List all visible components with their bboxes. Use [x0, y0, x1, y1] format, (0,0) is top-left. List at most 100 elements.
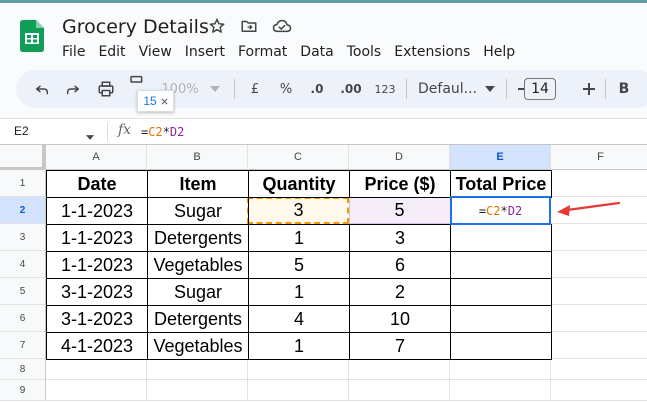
cell-d9[interactable] [349, 380, 450, 401]
document-title[interactable]: Grocery Details [62, 16, 209, 38]
formula-input[interactable]: =C2*D2 [141, 125, 184, 139]
column-header-f[interactable]: F [551, 145, 647, 170]
currency-format-button[interactable]: £ [247, 79, 263, 99]
increase-font-size-icon[interactable] [582, 79, 596, 99]
font-size-input[interactable]: 14 [524, 78, 556, 100]
cell-e8[interactable] [450, 359, 551, 380]
undo-icon[interactable] [33, 79, 51, 99]
cell-e9[interactable] [450, 380, 551, 401]
header-cell-price[interactable]: Price ($) [349, 170, 451, 198]
cell-c3[interactable]: 1 [248, 224, 350, 252]
cell-f4[interactable] [551, 251, 647, 278]
paint-format-icon[interactable] [128, 75, 146, 85]
cell-d4[interactable]: 6 [349, 251, 451, 279]
cell-e4[interactable] [450, 251, 552, 279]
move-to-folder-icon[interactable] [240, 17, 260, 37]
cell-a4[interactable]: 1-1-2023 [46, 251, 148, 279]
cell-c2[interactable]: 3 [248, 197, 349, 224]
cell-c9[interactable] [248, 380, 349, 401]
cell-c7[interactable]: 1 [248, 332, 350, 360]
column-header-b[interactable]: B [147, 145, 248, 170]
name-box[interactable]: E2 [14, 124, 29, 138]
cell-a8[interactable] [46, 359, 147, 380]
column-header-e[interactable]: E [450, 145, 551, 170]
cell-e7[interactable] [450, 332, 552, 360]
cell-a6[interactable]: 3-1-2023 [46, 305, 148, 333]
increase-decimal-button[interactable]: .00 [338, 79, 364, 99]
bold-button[interactable]: B [617, 79, 631, 99]
cell-b7[interactable]: Vegetables [147, 332, 249, 360]
cell-f3[interactable] [551, 224, 647, 251]
column-header-d[interactable]: D [349, 145, 450, 170]
cell-f8[interactable] [551, 359, 647, 380]
cell-a2[interactable]: 1-1-2023 [46, 197, 148, 225]
row-header-9[interactable]: 9 [0, 380, 46, 401]
row-header-5[interactable]: 5 [0, 278, 46, 305]
cell-c5[interactable]: 1 [248, 278, 350, 306]
cell-b4[interactable]: Vegetables [147, 251, 249, 279]
redo-icon[interactable] [64, 79, 82, 99]
percent-format-button[interactable]: % [277, 79, 295, 99]
menu-help[interactable]: Help [483, 44, 515, 64]
cell-c4[interactable]: 5 [248, 251, 350, 279]
number-format-button[interactable]: 123 [373, 79, 397, 99]
row-header-1[interactable]: 1 [0, 170, 46, 197]
menu-data[interactable]: Data [300, 44, 333, 64]
cell-d5[interactable]: 2 [349, 278, 451, 306]
cell-a7[interactable]: 4-1-2023 [46, 332, 148, 360]
menu-tools[interactable]: Tools [347, 44, 382, 64]
row-header-4[interactable]: 4 [0, 251, 46, 278]
cell-d7[interactable]: 7 [349, 332, 451, 360]
print-icon[interactable] [96, 79, 116, 99]
cell-a9[interactable] [46, 380, 147, 401]
cell-b3[interactable]: Detergents [147, 224, 249, 252]
menu-file[interactable]: File [62, 44, 85, 64]
cell-f7[interactable] [551, 332, 647, 359]
cell-b5[interactable]: Sugar [147, 278, 249, 306]
row-header-6[interactable]: 6 [0, 305, 46, 332]
row-header-3[interactable]: 3 [0, 224, 46, 251]
sheets-logo-icon[interactable] [20, 20, 44, 52]
cell-d3[interactable]: 3 [349, 224, 451, 252]
cell-e6[interactable] [450, 305, 552, 333]
cell-c8[interactable] [248, 359, 349, 380]
menu-view[interactable]: View [139, 44, 172, 64]
menu-format[interactable]: Format [238, 44, 287, 64]
name-box-dropdown-icon[interactable] [86, 127, 94, 145]
cell-d8[interactable] [349, 359, 450, 380]
star-icon[interactable] [208, 17, 228, 37]
header-cell-item[interactable]: Item [147, 170, 249, 198]
cell-b6[interactable]: Detergents [147, 305, 249, 333]
cell-d2[interactable]: 5 [349, 197, 450, 224]
cell-b8[interactable] [147, 359, 248, 380]
active-cell-e2[interactable]: = C2 * D2 [450, 196, 551, 225]
font-family-select[interactable]: Defaul... [418, 79, 477, 99]
decrease-decimal-button[interactable]: .0 [306, 79, 328, 99]
cell-e5[interactable] [450, 278, 552, 306]
column-header-a[interactable]: A [46, 145, 147, 170]
row-header-7[interactable]: 7 [0, 332, 46, 359]
cell-f6[interactable] [551, 305, 647, 332]
menu-insert[interactable]: Insert [185, 44, 225, 64]
header-cell-quantity[interactable]: Quantity [248, 170, 350, 198]
menu-edit[interactable]: Edit [98, 44, 125, 64]
zoom-dropdown-icon[interactable] [209, 79, 221, 99]
cell-a5[interactable]: 3-1-2023 [46, 278, 148, 306]
cell-f1[interactable] [551, 170, 647, 197]
cell-a3[interactable]: 1-1-2023 [46, 224, 148, 252]
cell-e3[interactable] [450, 224, 552, 252]
font-dropdown-icon[interactable] [484, 79, 496, 99]
cell-c6[interactable]: 4 [248, 305, 350, 333]
cell-f5[interactable] [551, 278, 647, 305]
menu-extensions[interactable]: Extensions [394, 44, 470, 64]
header-cell-date[interactable]: Date [46, 170, 148, 198]
cell-d6[interactable]: 10 [349, 305, 451, 333]
column-header-c[interactable]: C [248, 145, 349, 170]
cell-f9[interactable] [551, 380, 647, 401]
row-header-2[interactable]: 2 [0, 197, 46, 224]
close-icon[interactable] [161, 94, 168, 108]
row-header-8[interactable]: 8 [0, 359, 46, 380]
cloud-saved-icon[interactable] [272, 17, 292, 37]
cell-b9[interactable] [147, 380, 248, 401]
cell-b2[interactable]: Sugar [147, 197, 249, 225]
